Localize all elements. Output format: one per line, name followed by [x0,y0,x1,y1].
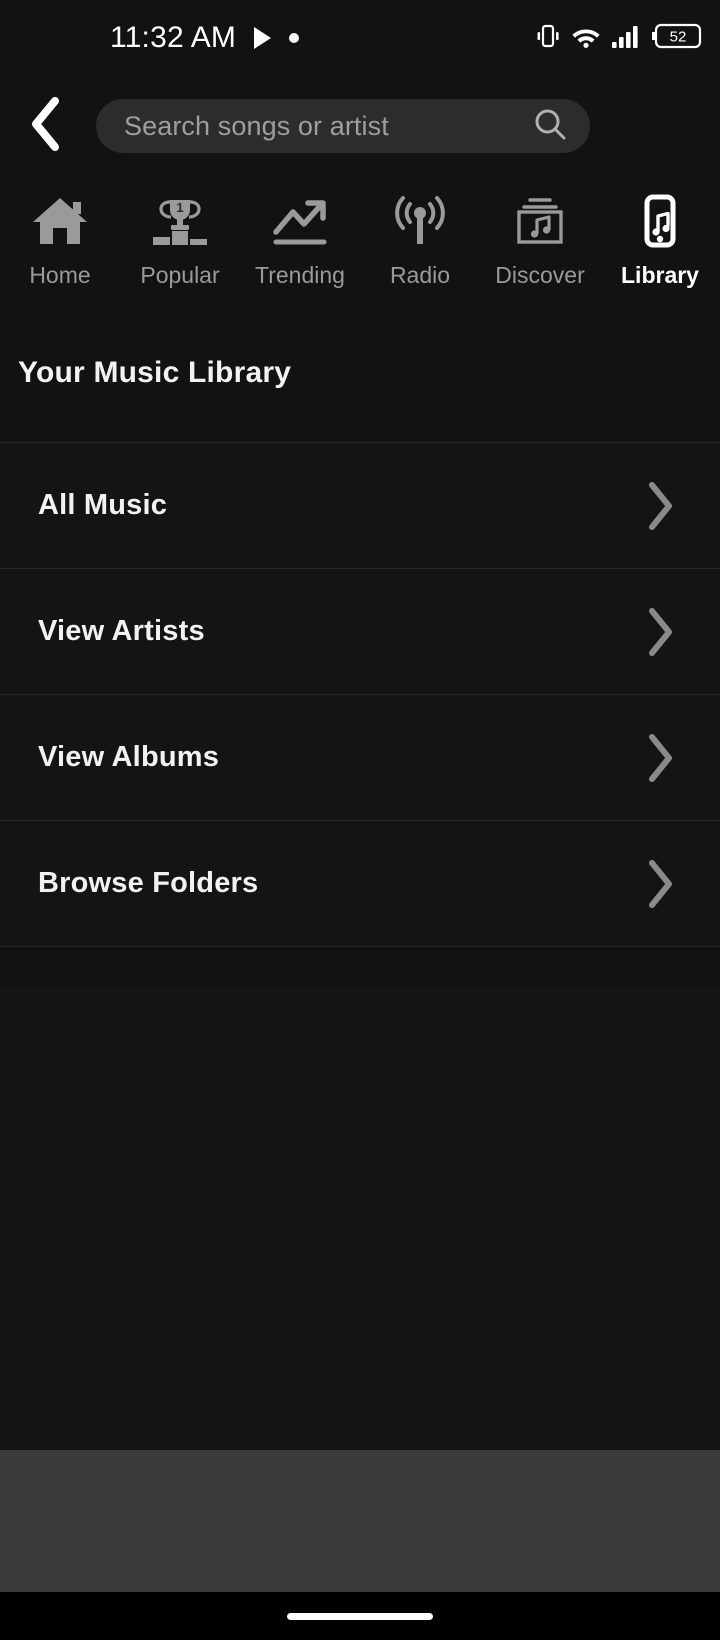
tab-popular-label: Popular [140,262,220,288]
battery-level-text: 52 [670,28,687,45]
search-row: Search songs or artist [0,88,720,164]
list-item-view-artists[interactable]: View Artists [0,569,720,695]
chevron-right-icon [644,858,676,910]
discover-icon [509,190,571,252]
status-bar: 11:32 AM 52 [0,0,720,76]
wifi-icon [570,23,602,54]
app-screen: 11:32 AM 52 Search songs or artist Home … [0,0,720,1640]
trophy-icon: 1 [149,190,211,252]
search-placeholder: Search songs or artist [124,110,389,141]
svg-text:1: 1 [176,200,183,215]
list-item-browse-folders[interactable]: Browse Folders [0,821,720,947]
page-title: Your Music Library [18,356,292,389]
tab-popular[interactable]: 1 Popular [120,180,240,310]
tab-radio[interactable]: Radio [360,180,480,310]
category-tabs: Home 1 Popular Trending Radio Discover L… [0,180,720,310]
tab-library[interactable]: Library [600,180,720,310]
list-item-view-albums[interactable]: View Albums [0,695,720,821]
trending-icon [269,190,331,252]
list-item-all-music[interactable]: All Music [0,443,720,569]
cellular-signal-icon [611,23,641,54]
library-list: All Music View Artists View Albums Brows… [0,442,720,947]
search-input[interactable]: Search songs or artist [96,99,590,153]
status-bar-left: 11:32 AM [110,21,300,55]
tab-trending[interactable]: Trending [240,180,360,310]
list-item-label: All Music [38,489,168,521]
tab-trending-label: Trending [255,262,345,288]
tab-home-label: Home [29,262,91,288]
list-item-label: Browse Folders [38,867,259,899]
home-indicator[interactable] [287,1612,433,1620]
list-item-label: View Albums [38,741,220,773]
tab-home[interactable]: Home [0,180,120,310]
chevron-right-icon [644,480,676,532]
vibrate-icon [535,22,561,55]
empty-content-area [0,987,720,1450]
chevron-right-icon [644,606,676,658]
list-item-label: View Artists [38,615,205,647]
battery-icon: 52 [650,22,702,55]
library-icon [629,190,691,252]
status-time: 11:32 AM [110,21,237,54]
tab-library-label: Library [621,262,699,288]
tab-radio-label: Radio [389,262,451,288]
status-bar-right: 52 [535,0,702,76]
tab-discover-label: Discover [495,262,585,288]
system-navigation-bar [0,1592,720,1640]
chevron-left-icon [28,96,62,156]
search-icon[interactable] [532,106,568,147]
tab-discover[interactable]: Discover [480,180,600,310]
bottom-bar[interactable] [0,1450,720,1592]
dot-icon [289,33,300,43]
play-icon [254,27,272,49]
back-button[interactable] [12,88,78,164]
radio-icon [389,190,451,252]
home-icon [29,190,91,252]
chevron-right-icon [644,732,676,784]
